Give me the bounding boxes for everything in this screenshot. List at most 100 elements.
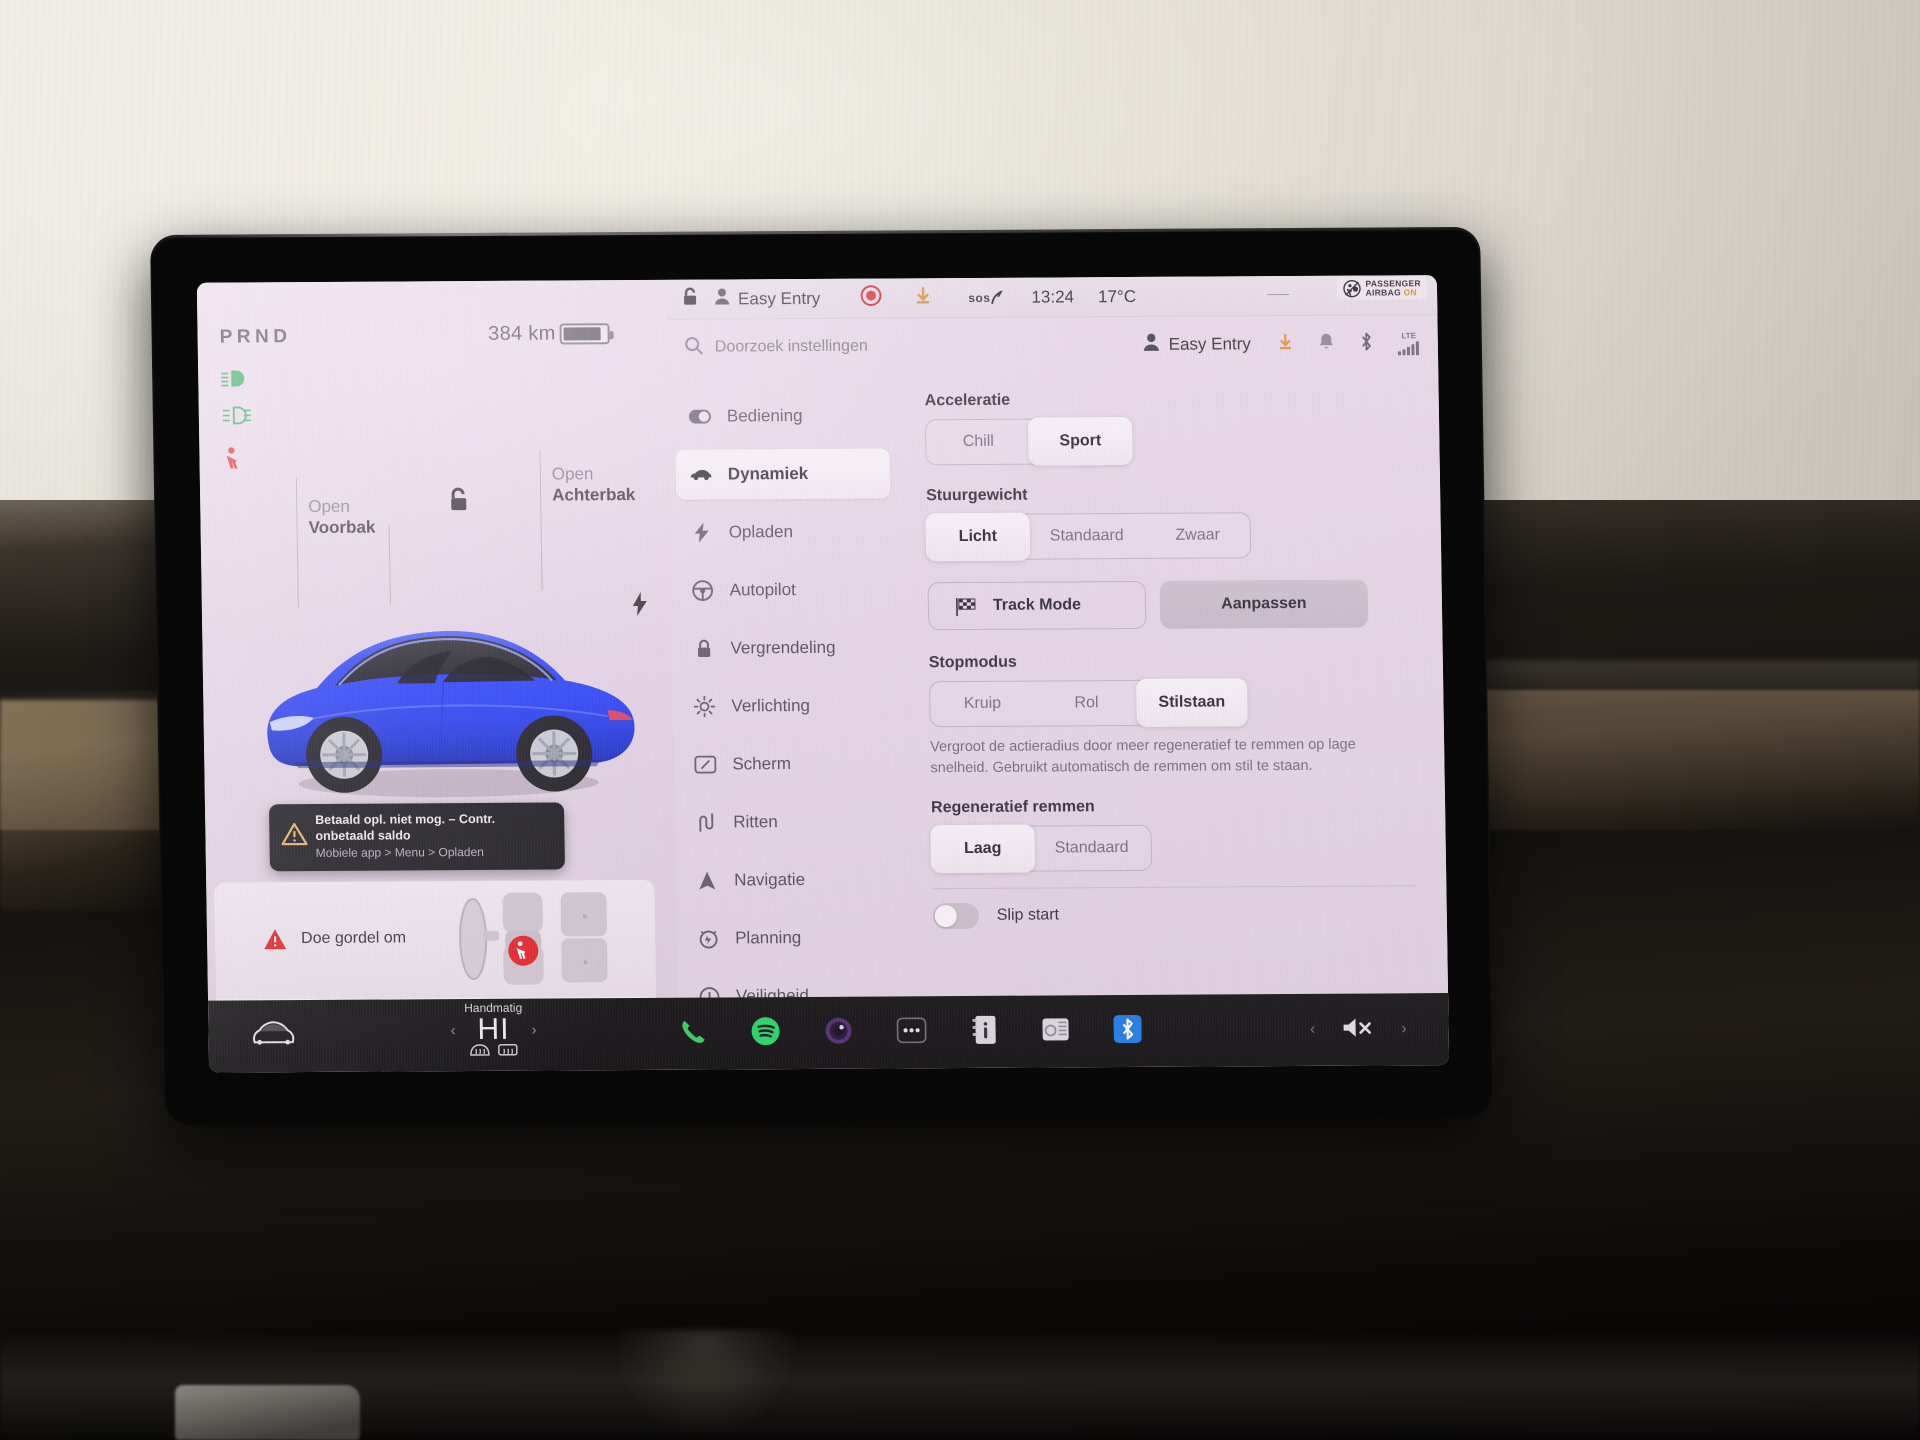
header-profile[interactable]: Easy Entry — [1142, 332, 1251, 357]
more-apps-icon[interactable] — [896, 1016, 927, 1048]
airbag-state: ON — [1403, 287, 1418, 298]
person-icon — [714, 287, 730, 310]
trunk-label-line2: Achterbak — [551, 484, 636, 505]
regen-option-laag[interactable]: Laag — [930, 824, 1036, 874]
sidebar-label: Dynamiek — [727, 463, 809, 484]
settings-application: Easy Entry sos 13:24 17°C PASSENGER AIRB… — [666, 275, 1450, 1070]
seatbelt-warning-card[interactable]: Doe gordel om — [214, 879, 657, 1001]
tuner-icon[interactable] — [1041, 1015, 1070, 1048]
sidebar-item-vergrendeling[interactable]: Vergrendeling — [678, 622, 893, 673]
bluetooth-icon[interactable] — [1359, 331, 1374, 356]
volume-down-button[interactable]: ‹ — [1310, 1021, 1316, 1039]
slip-start-toggle[interactable] — [932, 902, 980, 930]
bell-icon[interactable] — [1318, 332, 1335, 356]
sidebar-item-planning[interactable]: Planning — [683, 912, 898, 963]
sidebar-item-dynamiek[interactable]: Dynamiek — [675, 448, 891, 500]
steering-option-standaard[interactable]: Standaard — [1028, 514, 1147, 559]
software-download-icon[interactable] — [1277, 332, 1294, 356]
acceleration-option-sport[interactable]: Sport — [1027, 416, 1133, 466]
alert-triangle-icon — [263, 928, 287, 955]
steering-option-licht[interactable]: Licht — [925, 512, 1031, 562]
gear-indicator: PRND — [219, 326, 292, 348]
steering-column — [610, 1330, 800, 1440]
steering-weight-segmented-control[interactable]: Licht Standaard Zwaar — [925, 512, 1252, 562]
network-type-label: LTE — [1401, 330, 1417, 340]
volume-up-button[interactable]: › — [1401, 1020, 1407, 1038]
front-defrost-icon[interactable] — [470, 1043, 490, 1063]
car-front-icon[interactable] — [250, 1020, 297, 1053]
stop-mode-option-stilstaan[interactable]: Stilstaan — [1136, 678, 1248, 727]
slip-start-row[interactable]: Slip start — [932, 900, 1417, 930]
sidebar-label: Scherm — [732, 754, 792, 774]
settings-search[interactable] — [684, 332, 1143, 360]
charging-alert-toast[interactable]: Betaald opl. niet mog. – Contr. onbetaal… — [268, 802, 566, 872]
software-download-icon[interactable] — [914, 285, 932, 310]
clock[interactable]: 13:24 — [1031, 287, 1074, 307]
search-input[interactable] — [714, 336, 1035, 357]
sidebar-item-navigatie[interactable]: Navigatie — [682, 854, 897, 905]
unlock-icon[interactable] — [446, 486, 473, 519]
airbag-off-symbol-icon — [1342, 279, 1361, 298]
sidebar-label: Verlichting — [731, 695, 811, 716]
acceleration-segmented-control[interactable]: Chill Sport — [924, 416, 1133, 466]
sidebar-item-opladen[interactable]: Opladen — [676, 506, 891, 557]
open-rear-trunk-button[interactable]: Open Achterbak — [552, 464, 636, 506]
seat-layout-diagram — [448, 886, 650, 996]
stop-mode-option-kruip[interactable]: Kruip — [930, 682, 1035, 727]
warning-triangle-icon — [281, 822, 308, 851]
range-readout: 384 km — [488, 322, 556, 345]
open-front-trunk-button[interactable]: Open Voorbak — [308, 497, 375, 539]
climate-control-widget[interactable]: Handmatig ‹ HI › — [403, 1000, 584, 1063]
phone-icon[interactable] — [678, 1017, 707, 1050]
acceleration-option-chill[interactable]: Chill — [926, 420, 1031, 465]
lte-signal-icon: LTE — [1397, 330, 1420, 355]
dock-app-icons — [678, 995, 1142, 1070]
outside-temperature: 17°C — [1097, 286, 1137, 306]
trunk-label-line1: Open — [551, 464, 594, 484]
unlock-icon[interactable] — [681, 287, 700, 312]
header-profile-name: Easy Entry — [1168, 334, 1251, 354]
climate-increase-button[interactable]: › — [531, 1021, 536, 1038]
bluetooth-icon[interactable] — [1113, 1014, 1142, 1047]
sidebar-item-bediening[interactable]: Bediening — [675, 390, 890, 441]
search-icon — [684, 335, 704, 360]
climate-decrease-button[interactable]: ‹ — [450, 1022, 455, 1039]
sidebar-item-ritten[interactable]: Ritten — [681, 796, 896, 847]
regen-option-standaard[interactable]: Standaard — [1032, 826, 1151, 871]
spotify-icon[interactable] — [750, 1016, 781, 1051]
steering-option-zwaar[interactable]: Zwaar — [1145, 513, 1250, 558]
dynamiek-settings-panel: Acceleratie Chill Sport Stuurgewicht Lic… — [900, 371, 1449, 1068]
battery-icon — [559, 323, 610, 345]
steering-wheel-icon — [691, 580, 714, 602]
stop-mode-segmented-control[interactable]: Kruip Rol Stilstaan — [929, 678, 1248, 728]
volume-control[interactable]: ‹ › — [1309, 993, 1407, 1066]
rear-defrost-icon[interactable] — [498, 1043, 518, 1063]
sidebar-label: Planning — [734, 928, 802, 948]
vehicle-image[interactable] — [245, 570, 649, 802]
customize-button[interactable]: Aanpassen — [1159, 579, 1369, 629]
alarm-clock-icon — [697, 928, 719, 949]
stop-mode-description: Vergroot de actieradius door meer regene… — [930, 736, 1356, 777]
volume-muted-icon[interactable] — [1341, 1015, 1375, 1044]
sidebar-item-autopilot[interactable]: Autopilot — [677, 564, 892, 615]
airbag-line2: AIRBAG — [1365, 287, 1402, 298]
track-mode-button[interactable]: Track Mode — [927, 580, 1147, 631]
dashcam-icon[interactable] — [824, 1016, 853, 1049]
frunk-label-line2: Voorbak — [308, 517, 376, 537]
status-divider — [1267, 294, 1290, 296]
sidebar-item-verlichting[interactable]: Verlichting — [679, 680, 894, 731]
owners-manual-icon[interactable] — [970, 1014, 998, 1049]
sos-button[interactable]: sos — [968, 290, 1004, 304]
sun-icon — [693, 695, 716, 718]
touchscreen-display[interactable]: PRND 384 km Open Voorbak Open Achterbak … — [196, 275, 1450, 1073]
driver-profile-status[interactable]: Easy Entry — [714, 287, 821, 311]
dashcam-record-icon[interactable] — [860, 285, 882, 312]
stop-mode-option-rol[interactable]: Rol — [1034, 681, 1139, 726]
regen-braking-segmented-control[interactable]: Laag Standaard — [930, 824, 1152, 874]
toast-subtitle: Mobiele app > Menu > Opladen — [315, 845, 484, 861]
frunk-label-line1: Open — [308, 496, 351, 517]
sidebar-item-scherm[interactable]: Scherm — [680, 738, 895, 789]
photograph-of-tesla-touchscreen: PRND 384 km Open Voorbak Open Achterbak … — [0, 0, 1920, 1440]
seatbelt-warning-text: Doe gordel om — [300, 929, 407, 948]
regen-braking-section-title: Regeneratief remmen — [930, 798, 1095, 817]
